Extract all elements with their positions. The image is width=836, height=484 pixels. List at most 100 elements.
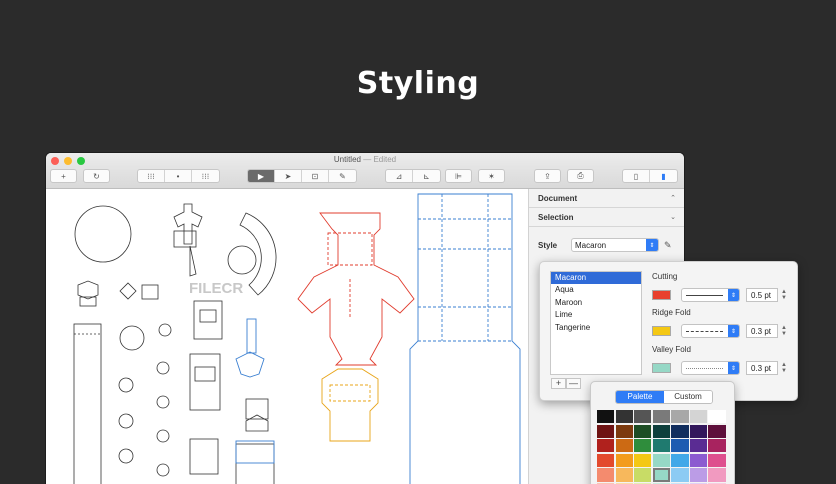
edit-style-pencil-icon[interactable]: ✎	[664, 240, 672, 251]
select-tool-icon[interactable]: ▶	[248, 170, 275, 182]
tab-palette[interactable]: Palette	[616, 391, 664, 403]
palette-color-swatch[interactable]	[671, 468, 689, 482]
papercraft-canvas[interactable]: FILECR	[46, 189, 528, 484]
palette-color-swatch[interactable]	[634, 410, 652, 424]
ridge-fold-property: Ridge Fold ⇕ 0.3 pt ▲ ▼	[652, 308, 792, 338]
tile-view-icon[interactable]: ⁝⁝⁝	[192, 170, 219, 182]
palette-color-swatch[interactable]	[652, 468, 670, 482]
cutting-width-field[interactable]: 0.5 pt	[746, 288, 778, 302]
palette-color-swatch[interactable]	[597, 468, 615, 482]
cutting-color-well[interactable]	[652, 290, 671, 300]
palette-color-swatch[interactable]	[634, 424, 652, 438]
tab-custom[interactable]: Custom	[664, 391, 712, 403]
palette-color-swatch[interactable]	[597, 424, 615, 438]
chevron-up-icon: ⌃	[670, 195, 676, 202]
valley-fold-label: Valley Fold	[652, 345, 691, 354]
palette-color-swatch[interactable]	[597, 453, 615, 467]
add-page-button[interactable]: +	[50, 169, 77, 183]
palette-color-swatch[interactable]	[671, 453, 689, 467]
palette-color-swatch[interactable]	[689, 468, 708, 482]
yellow-figure-piece	[321, 368, 379, 442]
page-headline: Styling	[356, 66, 480, 101]
print-button[interactable]: ⎙	[567, 169, 594, 183]
style-list-item[interactable]: Macaron	[551, 272, 641, 285]
grid-view-icon[interactable]: ⁝⁝⁝	[138, 170, 165, 182]
circle-piece	[74, 205, 132, 263]
palette-color-swatch[interactable]	[634, 453, 652, 467]
add-style-button[interactable]: +	[551, 378, 566, 389]
palette-color-swatch[interactable]	[689, 410, 708, 424]
view-mode-control: ⁝⁝⁝ • ⁝⁝⁝	[137, 169, 220, 183]
papercraft-drawing: FILECR	[73, 193, 521, 484]
palette-color-swatch[interactable]	[597, 439, 615, 453]
cutting-property: Cutting ⇕ 0.5 pt ▲ ▼	[652, 272, 792, 302]
blue-figure-piece	[235, 351, 265, 378]
remove-style-button[interactable]: —	[566, 378, 581, 389]
palette-color-swatch[interactable]	[689, 439, 708, 453]
transform-tool-icon[interactable]: ⊡	[302, 170, 329, 182]
palette-color-swatch[interactable]	[671, 424, 689, 438]
align-button[interactable]: ⊫	[445, 169, 472, 183]
fold-left-icon[interactable]: ⊿	[386, 170, 413, 182]
ridge-fold-color-well[interactable]	[652, 326, 671, 336]
palette-color-swatch[interactable]	[615, 424, 633, 438]
palette-color-swatch[interactable]	[634, 439, 652, 453]
totem-piece	[173, 203, 203, 245]
palette-color-swatch[interactable]	[708, 453, 726, 467]
palette-color-swatch[interactable]	[615, 439, 633, 453]
palette-color-swatch[interactable]	[708, 439, 726, 453]
palette-color-swatch[interactable]	[634, 468, 652, 482]
left-sidebar-icon[interactable]: ▯	[623, 170, 650, 182]
valley-fold-color-well[interactable]	[652, 363, 671, 373]
palette-color-swatch[interactable]	[652, 410, 670, 424]
cutting-width-stepper[interactable]: ▲ ▼	[781, 289, 787, 301]
sync-button[interactable]: ↻	[83, 169, 110, 183]
title-bar: Untitled — Edited + ↻ ⁝⁝⁝ • ⁝⁝⁝ ▶ ➤ ⊡ ✎ …	[46, 153, 684, 189]
style-list-item[interactable]: Tangerine	[551, 322, 641, 334]
palette-color-swatch[interactable]	[708, 424, 726, 438]
arrange-control: ⊿ ⊾	[385, 169, 441, 183]
palette-color-swatch[interactable]	[652, 424, 670, 438]
share-icon: ⇪	[544, 171, 551, 181]
palette-color-swatch[interactable]	[671, 439, 689, 453]
valley-fold-width-field[interactable]: 0.3 pt	[746, 361, 778, 375]
direct-select-icon[interactable]: ➤	[275, 170, 302, 182]
cutting-line-style-popup[interactable]: ⇕	[681, 288, 740, 302]
right-sidebar-icon[interactable]: ▮	[650, 170, 677, 182]
palette-color-swatch[interactable]	[652, 453, 670, 467]
document-section-header[interactable]: Document ⌃	[529, 189, 684, 208]
palette-color-swatch[interactable]	[652, 439, 670, 453]
selection-section-header[interactable]: Selection ⌄	[529, 208, 684, 227]
updown-arrows-icon: ⇕	[728, 289, 739, 301]
palette-color-swatch[interactable]	[708, 410, 726, 424]
window-title: Untitled — Edited	[46, 155, 684, 164]
single-view-icon[interactable]: •	[165, 170, 192, 182]
magic-button[interactable]: ✶	[478, 169, 505, 183]
palette-color-swatch[interactable]	[615, 453, 633, 467]
refresh-icon: ↻	[93, 171, 100, 181]
style-list-item[interactable]: Maroon	[551, 297, 641, 309]
palette-color-swatch[interactable]	[615, 410, 633, 424]
color-palette-panel: Palette Custom	[590, 381, 735, 484]
print-icon: ⎙	[577, 171, 584, 180]
valley-fold-line-style-popup[interactable]: ⇕	[681, 361, 740, 375]
style-list[interactable]: Macaron Aqua Maroon Lime Tangerine	[550, 271, 642, 375]
ridge-fold-width-stepper[interactable]: ▲ ▼	[781, 325, 787, 337]
style-list-item[interactable]: Lime	[551, 309, 641, 321]
ridge-fold-width-field[interactable]: 0.3 pt	[746, 324, 778, 338]
ridge-fold-line-style-popup[interactable]: ⇕	[681, 324, 740, 338]
palette-color-swatch[interactable]	[689, 424, 708, 438]
share-button[interactable]: ⇪	[534, 169, 561, 183]
style-popup-button[interactable]: Macaron ⇕	[571, 238, 659, 252]
magic-wand-icon: ✶	[488, 171, 495, 181]
palette-color-swatch[interactable]	[671, 410, 689, 424]
palette-color-swatch[interactable]	[615, 468, 633, 482]
fold-right-icon[interactable]: ⊾	[413, 170, 440, 182]
palette-color-swatch[interactable]	[708, 468, 726, 482]
style-list-item[interactable]: Aqua	[551, 284, 641, 296]
edited-status: — Edited	[363, 155, 397, 164]
valley-fold-width-stepper[interactable]: ▲ ▼	[781, 362, 787, 374]
pencil-tool-icon[interactable]: ✎	[329, 170, 356, 182]
palette-color-swatch[interactable]	[597, 410, 615, 424]
palette-color-swatch[interactable]	[689, 453, 708, 467]
